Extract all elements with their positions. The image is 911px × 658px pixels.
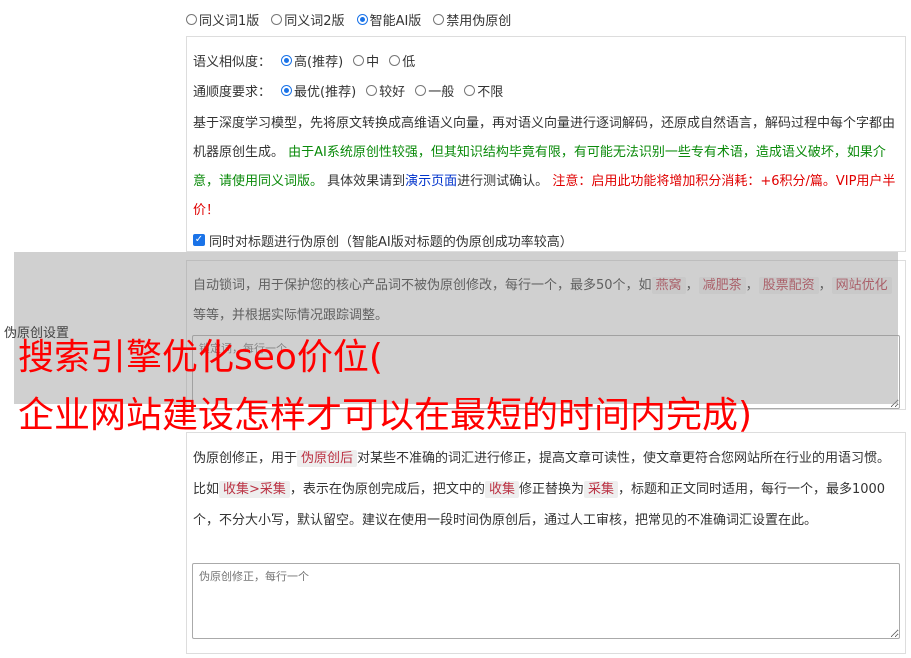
similarity-high[interactable]: 高(推荐) xyxy=(281,51,343,70)
desc-text: 修正替换为 xyxy=(518,482,584,497)
checkbox-checked-icon[interactable]: ✓ xyxy=(193,234,205,246)
option-label: 最优(推荐) xyxy=(294,84,357,100)
option-label: 不限 xyxy=(477,84,504,100)
fluency-label: 通顺度要求： xyxy=(193,84,272,100)
radio-icon[interactable] xyxy=(186,14,197,25)
example-tag: 收集 xyxy=(484,481,519,498)
mode-option-syn2[interactable]: 同义词2版 xyxy=(271,10,345,29)
similarity-low[interactable]: 低 xyxy=(389,51,415,70)
mode-option-ai[interactable]: 智能AI版 xyxy=(356,10,422,29)
desc-text: 进行测试确认。 xyxy=(457,174,553,189)
radio-icon[interactable] xyxy=(271,14,283,25)
fluency-row: 通顺度要求： 最优(推荐) 较好 一般 不限 xyxy=(193,75,899,105)
radio-icon[interactable] xyxy=(353,54,365,66)
example-tag: 收集>采集 xyxy=(219,481,290,498)
option-label: 低 xyxy=(402,54,416,70)
demo-page-link[interactable]: 演示页面 xyxy=(405,174,457,189)
mode-option-disable[interactable]: 禁用伪原创 xyxy=(433,10,511,29)
radio-icon[interactable] xyxy=(415,84,427,96)
similarity-row: 语义相似度： 高(推荐) 中 低 xyxy=(193,45,899,75)
similarity-label: 语义相似度： xyxy=(193,54,272,70)
option-label: 高(推荐) xyxy=(294,54,344,70)
option-label: 一般 xyxy=(428,84,455,100)
correction-description: 伪原创修正，用于 伪原创后 对某些不准确的词汇进行修正，提高文章可读性，使文章更符合… xyxy=(193,443,899,536)
desc-text: 具体效果请到 xyxy=(323,174,406,189)
fluency-best[interactable]: 最优(推荐) xyxy=(281,81,356,100)
mode-option-label: 同义词1版 xyxy=(199,14,260,29)
radio-selected-icon[interactable] xyxy=(356,14,368,25)
mode-selector: 同义词1版 同义词2版 智能AI版 禁用伪原创 xyxy=(186,10,511,29)
fluency-good[interactable]: 较好 xyxy=(366,81,405,100)
title-rewrite-row[interactable]: ✓ 同时对标题进行伪原创（智能AI版对标题的伪原创成功率较高） xyxy=(193,225,899,255)
desc-text: ，表示在伪原创完成后，把文中的 xyxy=(289,482,485,497)
headline-line-1: 搜索引擎优化seo价位( xyxy=(18,337,383,378)
mode-option-label: 同义词2版 xyxy=(284,14,345,29)
mode-option-syn1[interactable]: 同义词1版 xyxy=(186,10,259,29)
correction-input[interactable] xyxy=(192,563,900,639)
radio-icon[interactable] xyxy=(464,84,476,96)
example-tag: 采集 xyxy=(583,481,618,498)
mode-option-label: 智能AI版 xyxy=(369,14,422,29)
radio-selected-icon[interactable] xyxy=(281,84,293,96)
option-label: 中 xyxy=(366,54,380,70)
option-label: 较好 xyxy=(379,84,406,100)
title-rewrite-label: 同时对标题进行伪原创（智能AI版对标题的伪原创成功率较高） xyxy=(209,234,573,250)
ai-description: 基于深度学习模型，先将原文转换成高维语义向量，再对语义向量进行逐词解码，还原成自… xyxy=(193,109,899,225)
mode-option-label: 禁用伪原创 xyxy=(446,14,512,29)
radio-icon[interactable] xyxy=(389,54,401,66)
fluency-normal[interactable]: 一般 xyxy=(415,81,454,100)
radio-selected-icon[interactable] xyxy=(281,54,293,66)
fluency-any[interactable]: 不限 xyxy=(464,81,503,100)
headline-line-2: 企业网站建设怎样才可以在最短的时间内完成) xyxy=(18,395,753,436)
ai-settings-panel: 语义相似度： 高(推荐) 中 低 通顺度要求： 最优(推荐) 较好 一般 不限 … xyxy=(186,36,906,252)
similarity-mid[interactable]: 中 xyxy=(353,51,379,70)
radio-icon[interactable] xyxy=(366,84,378,96)
correction-panel: 伪原创修正，用于 伪原创后 对某些不准确的词汇进行修正，提高文章可读性，使文章更符合… xyxy=(186,432,906,654)
overlay-band xyxy=(14,252,898,404)
desc-text: 伪原创修正，用于 xyxy=(193,451,298,466)
radio-icon[interactable] xyxy=(433,14,445,25)
example-tag: 伪原创后 xyxy=(297,450,358,467)
